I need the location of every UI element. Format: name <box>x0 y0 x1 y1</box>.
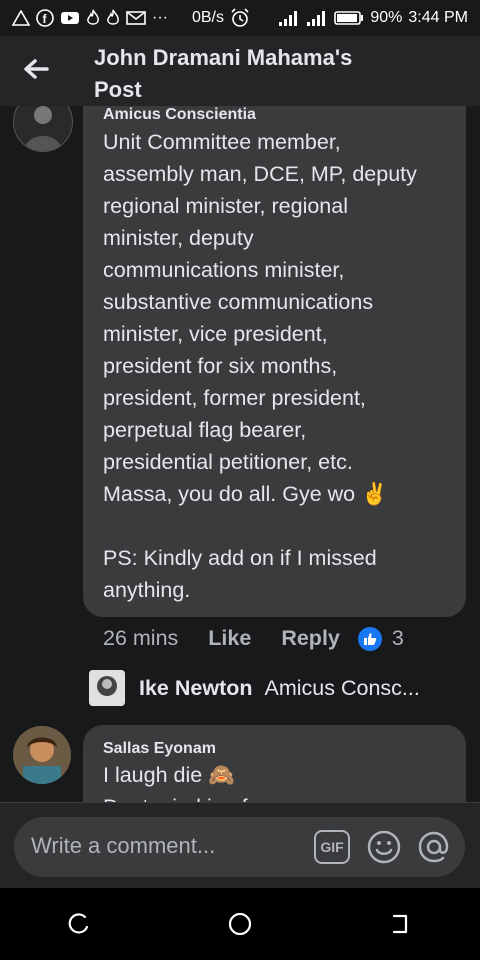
comment-line: Massa, you do all. Gye wo ✌️ <box>103 482 388 506</box>
signal-icon <box>278 10 300 26</box>
comment-line: I laugh die 🙈 <box>103 763 235 787</box>
at-sign-icon <box>418 831 449 863</box>
reply-preview[interactable]: Ike Newton Amicus Consc... <box>89 670 420 706</box>
fire-icon <box>106 9 120 27</box>
page-title-line1: John Dramani Mahama's <box>94 45 353 70</box>
emoji-button[interactable] <box>366 829 402 865</box>
system-nav-bar <box>0 888 480 960</box>
comment-line: regional minister, regional <box>103 194 348 218</box>
signal-icon <box>306 10 328 26</box>
smiley-icon <box>367 830 401 864</box>
avatar[interactable] <box>13 726 71 784</box>
home-button[interactable] <box>227 911 253 937</box>
comment-meta: 26 mins Like Reply 3 <box>103 626 404 651</box>
network-speed: 0B/s <box>191 9 224 26</box>
comment-author[interactable]: Sallas Eyonam <box>103 740 216 758</box>
comment-line: PS: Kindly add on if I missed <box>103 546 377 570</box>
comment-line: minister, vice president, <box>103 322 328 346</box>
status-left-icons: f ··· 0B/s <box>12 8 250 28</box>
recent-apps-button[interactable] <box>68 912 92 936</box>
comment-composer: Write a comment... GIF <box>0 802 480 888</box>
battery-icon <box>334 10 364 26</box>
reply-button[interactable]: Reply <box>281 626 340 651</box>
gmail-icon <box>126 10 146 26</box>
more-icon: ··· <box>152 9 168 26</box>
comment-line: Dont mind in of <box>103 791 248 802</box>
reply-author[interactable]: Ike Newton <box>139 676 253 701</box>
mention-button[interactable] <box>416 829 452 865</box>
facebook-icon: f <box>36 9 54 27</box>
warning-icon <box>12 10 30 26</box>
comments-area: Amicus Conscientia Unit Committee member… <box>0 106 480 802</box>
svg-text:f: f <box>43 12 48 26</box>
page-title: John Dramani Mahama's Post <box>94 42 394 106</box>
comment-text: I laugh die 🙈 Dont mind in of <box>103 759 248 802</box>
comment-line: presidential petitioner, etc. <box>103 450 353 474</box>
status-bar: f ··· 0B/s 90% 3:44 PM <box>0 0 480 36</box>
alarm-icon <box>230 8 250 28</box>
comment-line: assembly man, DCE, MP, deputy <box>103 162 417 186</box>
back-button[interactable] <box>18 54 54 84</box>
comment-input[interactable]: Write a comment... GIF <box>14 817 465 877</box>
status-right-icons: 90% 3:44 PM <box>278 9 468 27</box>
battery-level: 90% <box>370 9 403 26</box>
reaction-count: 3 <box>391 626 404 650</box>
comment-time: 26 mins <box>103 626 179 650</box>
back-nav-icon <box>393 914 408 934</box>
gif-button[interactable]: GIF <box>314 830 350 864</box>
reactions[interactable]: 3 <box>357 626 404 651</box>
like-reaction-icon <box>357 626 382 651</box>
reply-text: Amicus Consc... <box>264 675 420 700</box>
comment-bubble[interactable]: Amicus Conscientia Unit Committee member… <box>83 106 466 617</box>
comment-line: president for six months, <box>103 354 338 378</box>
gif-label: GIF <box>320 839 344 855</box>
youtube-icon <box>60 10 80 26</box>
comment-text: Unit Committee member, assembly man, DCE… <box>103 126 417 606</box>
clock: 3:44 PM <box>408 9 468 26</box>
comment-placeholder: Write a comment... <box>31 833 216 858</box>
comment-line: president, former president, <box>103 386 366 410</box>
comment-line <box>103 510 417 542</box>
comment-line: communications minister, <box>103 258 345 282</box>
back-arrow-icon <box>24 59 49 79</box>
recent-apps-icon <box>68 913 88 934</box>
comment-bubble[interactable]: Sallas Eyonam I laugh die 🙈 Dont mind in… <box>83 725 466 802</box>
home-icon <box>228 912 252 936</box>
like-button[interactable]: Like <box>208 626 251 651</box>
comment-line: perpetual flag bearer, <box>103 418 307 442</box>
post-header: John Dramani Mahama's Post <box>0 36 480 106</box>
comment-author[interactable]: Amicus Conscientia <box>103 106 256 124</box>
back-nav-button[interactable] <box>388 912 412 936</box>
page-title-line2: Post <box>94 77 142 102</box>
comment-line: Unit Committee member, <box>103 130 341 154</box>
comment-line: substantive communications <box>103 290 374 314</box>
comment-line: minister, deputy <box>103 226 254 250</box>
avatar <box>89 670 125 706</box>
avatar[interactable] <box>13 106 73 152</box>
fire-icon <box>86 9 100 27</box>
comment-line: anything. <box>103 578 191 602</box>
